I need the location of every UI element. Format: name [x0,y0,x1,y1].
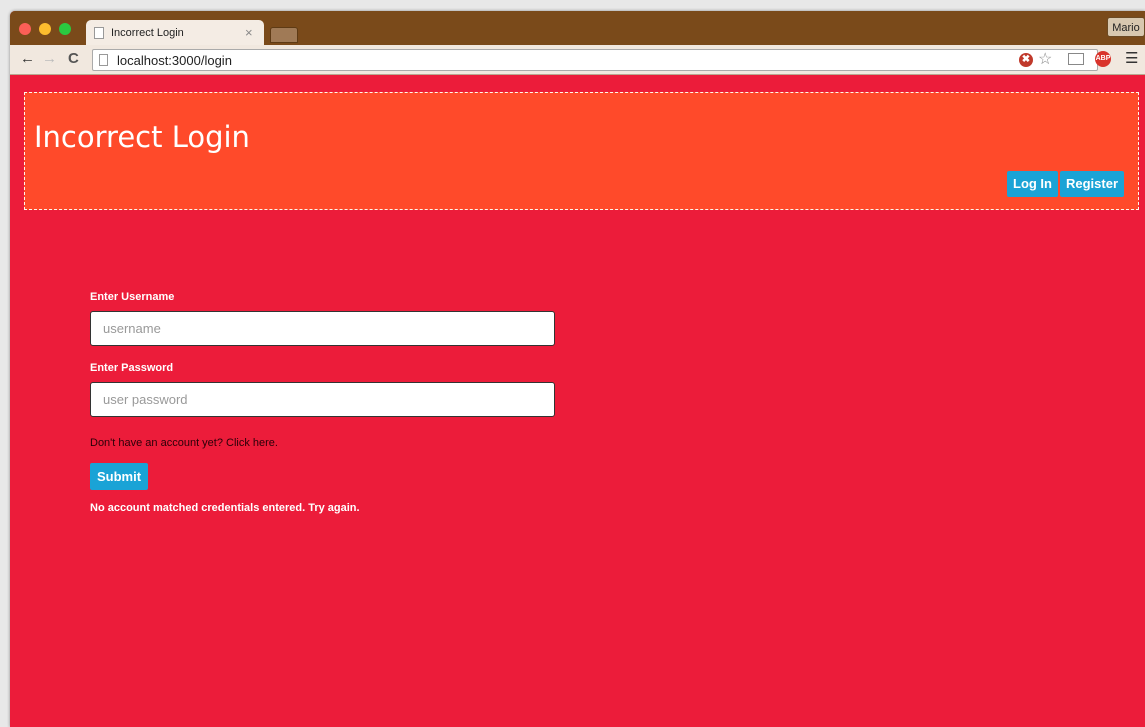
bookmark-star-icon[interactable]: ☆ [1038,49,1052,69]
reload-icon[interactable]: C [68,50,79,67]
close-window-button[interactable] [19,23,31,35]
address-bar[interactable]: localhost:3000/login [92,49,1098,71]
username-input[interactable] [90,311,555,346]
page-favicon-icon [94,27,104,39]
minimize-window-button[interactable] [39,23,51,35]
error-message: No account matched credentials entered. … [90,502,360,514]
signup-link[interactable]: Don't have an account yet? Click here. [90,437,278,449]
password-input[interactable] [90,382,555,417]
tab-close-icon[interactable]: × [245,25,253,40]
submit-button[interactable]: Submit [90,463,149,490]
forward-arrow-icon[interactable]: → [42,50,57,67]
page-content: Incorrect Login Log In Register Enter Us… [10,75,1145,727]
blocked-content-icon[interactable]: ✖ [1019,53,1033,67]
hamburger-menu-icon[interactable]: ☰ [1125,49,1138,67]
browser-window: Incorrect Login × Mario ← → C localhost:… [10,11,1145,727]
browser-titlebar: Incorrect Login × Mario [10,11,1145,46]
log-in-button[interactable]: Log In [1007,171,1058,197]
profile-button[interactable]: Mario [1107,17,1145,37]
page-icon [99,54,108,66]
new-tab-button[interactable] [270,27,298,43]
tab-title: Incorrect Login [111,27,184,39]
username-label: Enter Username [90,291,175,303]
login-form: Enter Username Enter Password Don't have… [90,291,555,514]
password-label: Enter Password [90,362,174,374]
site-header: Incorrect Login Log In Register [24,92,1139,210]
browser-tab[interactable]: Incorrect Login × [86,20,264,46]
register-button[interactable]: Register [1060,171,1125,197]
adblock-icon[interactable]: ABP [1095,51,1111,67]
page-title: Incorrect Login [34,120,250,154]
cast-icon[interactable] [1068,53,1084,65]
browser-toolbar: ← → C localhost:3000/login ✖ ☆ ABP ☰ [10,45,1145,75]
back-arrow-icon[interactable]: ← [20,50,35,67]
url-text[interactable]: localhost:3000/login [117,53,232,68]
zoom-window-button[interactable] [59,23,71,35]
